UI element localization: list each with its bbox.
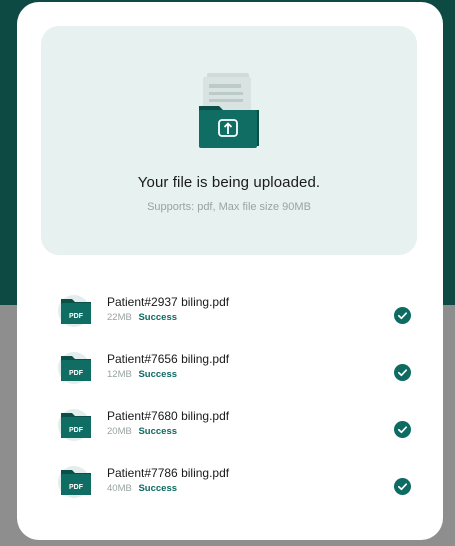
pdf-file-icon: PDF <box>58 295 91 327</box>
file-size: 22MB <box>107 312 132 323</box>
file-meta: 40MB Success <box>107 483 177 494</box>
status-badge: Success <box>138 312 178 323</box>
file-meta: 12MB Success <box>107 369 177 380</box>
pdf-badge: PDF <box>69 313 84 320</box>
file-size: 20MB <box>107 426 132 437</box>
file-name: Patient#7786 biling.pdf <box>107 466 230 480</box>
list-item[interactable]: PDF Patient#2937 biling.pdf 22MB Success <box>17 290 443 334</box>
status-badge: Success <box>138 483 178 494</box>
upload-subtitle: Supports: pdf, Max file size 90MB <box>147 201 311 213</box>
file-name: Patient#7656 biling.pdf <box>107 352 230 366</box>
file-name: Patient#7680 biling.pdf <box>107 409 230 423</box>
pdf-file-icon: PDF <box>58 466 91 498</box>
folder-upload-icon <box>199 73 259 148</box>
file-size: 40MB <box>107 483 132 494</box>
upload-title: Your file is being uploaded. <box>137 174 321 191</box>
upload-card: Your file is being uploaded. Supports: p… <box>17 2 443 540</box>
pdf-badge: PDF <box>69 484 84 491</box>
pdf-file-icon: PDF <box>58 352 91 384</box>
list-item[interactable]: PDF Patient#7680 biling.pdf 20MB Success <box>17 404 443 448</box>
list-item[interactable]: PDF Patient#7656 biling.pdf 12MB Success <box>17 347 443 391</box>
pdf-file-icon: PDF <box>58 409 91 441</box>
file-meta: 22MB Success <box>107 312 177 323</box>
pdf-badge: PDF <box>69 370 84 377</box>
check-circle-icon <box>394 307 411 324</box>
file-name: Patient#2937 biling.pdf <box>107 295 230 309</box>
status-badge: Success <box>138 426 178 437</box>
list-item[interactable]: PDF Patient#7786 biling.pdf 40MB Success <box>17 461 443 505</box>
check-circle-icon <box>394 364 411 381</box>
status-badge: Success <box>138 369 178 380</box>
file-size: 12MB <box>107 369 132 380</box>
pdf-badge: PDF <box>69 427 84 434</box>
check-circle-icon <box>394 421 411 438</box>
file-meta: 20MB Success <box>107 426 177 437</box>
upload-dropzone[interactable]: Your file is being uploaded. Supports: p… <box>41 26 417 255</box>
check-circle-icon <box>394 478 411 495</box>
